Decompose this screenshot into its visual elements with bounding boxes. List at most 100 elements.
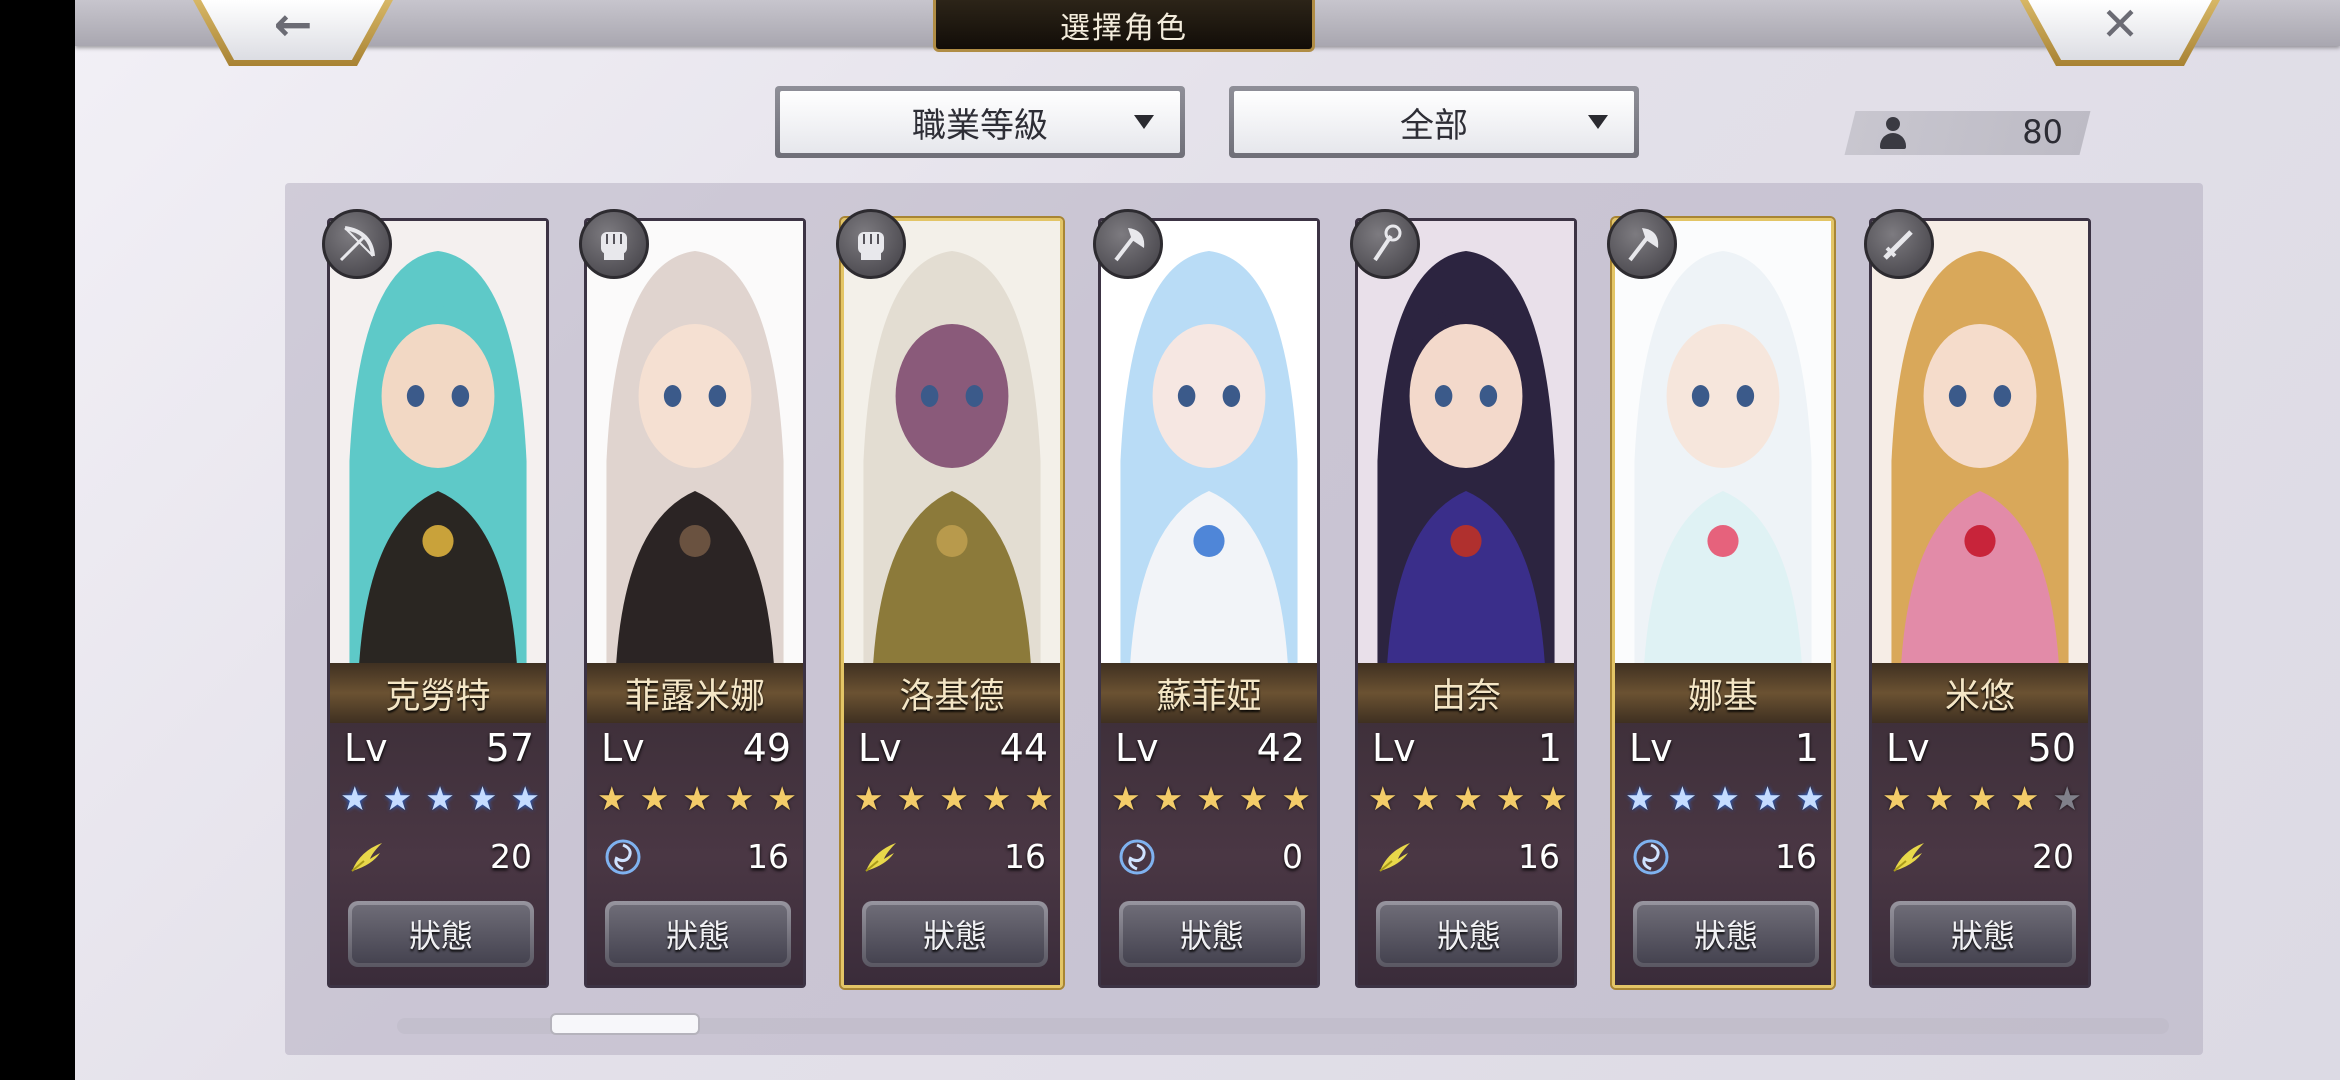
axe-icon [1607,209,1677,279]
water-swirl-icon [1631,837,1671,877]
rarity-star-icon: ★ [1495,779,1526,818]
level-value: 42 [1256,726,1305,770]
rarity-star-icon: ★ [682,779,712,818]
rarity-star-icon: ★ [340,779,370,818]
status-button[interactable]: 狀態 [1633,901,1819,967]
rarity-star-icon: ★ [1196,779,1226,818]
rarity-stars: ★ ★ ★ ★ ★ [340,781,540,817]
status-button-label: 狀態 [609,905,787,963]
character-card[interactable]: 蘇菲婭 Lv 42 ★ ★ ★ ★ ★ 0 狀態 [1093,209,1320,988]
staff-icon [1350,209,1420,279]
status-button-label: 狀態 [1637,905,1815,963]
character-card[interactable]: 菲露米娜 Lv 49 ★ ★ ★ ★ ★ 16 狀態 [579,209,806,988]
rarity-stars: ★ ★ ★ ★ ★ [1368,781,1568,817]
rarity-star-icon: ★ [1410,779,1441,818]
rarity-stars: ★ ★ ★ ★ ★ [1882,781,2082,817]
status-button[interactable]: 狀態 [605,901,791,967]
character-name: 菲露米娜 [587,663,803,723]
rarity-star-icon: ★ [639,779,670,818]
rarity-star-icon: ★ [896,779,927,818]
character-card[interactable]: 由奈 Lv 1 ★ ★ ★ ★ ★ 16 狀態 [1350,209,1577,988]
character-card[interactable]: 洛基德 Lv 44 ★ ★ ★ ★ ★ 16 狀態 [836,209,1063,988]
chevron-down-icon [1588,115,1608,129]
character-name: 洛基德 [844,663,1060,723]
status-button-label: 狀態 [1123,905,1301,963]
rarity-star-icon: ★ [2009,779,2040,818]
rarity-star-icon: ★ [981,779,1012,818]
close-button[interactable]: ✕ [2020,0,2220,66]
rarity-star-icon: ★ [1795,779,1825,818]
axe-icon [1093,209,1163,279]
rarity-star-icon: ★ [425,779,455,818]
scrollbar-thumb[interactable] [550,1013,700,1035]
sort-dropdown-value: 職業等級 [912,105,1048,146]
level-value: 50 [2027,726,2076,770]
rarity-star-icon: ★ [939,779,969,818]
fist-icon [836,209,906,279]
character-name: 蘇菲婭 [1101,663,1317,723]
status-button[interactable]: 狀態 [348,901,534,967]
character-portrait[interactable] [1358,221,1574,663]
level-label: Lv [858,726,902,770]
cost-value: 0 [1282,837,1303,876]
rarity-star-icon: ★ [1625,779,1655,818]
level-label: Lv [1372,726,1416,770]
back-button[interactable]: ← [193,0,393,66]
unit-count-badge: 80 [1844,111,2091,155]
cost-value: 20 [490,837,532,876]
wind-wing-icon [1374,837,1414,877]
character-portrait[interactable] [1615,221,1831,663]
character-portrait[interactable] [330,221,546,663]
back-arrow-icon: ← [273,0,313,51]
rarity-stars: ★ ★ ★ ★ ★ [1111,781,1311,817]
filter-dropdown[interactable]: 全部 [1229,86,1639,158]
level-label: Lv [344,726,388,770]
rarity-star-icon: ★ [1453,779,1483,818]
character-card[interactable]: 娜基 Lv 1 ★ ★ ★ ★ ★ 16 狀態 [1607,209,1834,988]
character-name: 娜基 [1615,663,1831,723]
rarity-star-icon: ★ [1538,779,1568,818]
rarity-stars: ★ ★ ★ ★ ★ [1625,781,1825,817]
character-portrait[interactable] [587,221,803,663]
game-screen: ← 選擇角色 ✕ 職業等級 全部 80 克勞特 Lv 57 ★ ★ ★ ★ ★ 20 狀態 菲露米娜… [75,0,2340,1080]
status-button[interactable]: 狀態 [862,901,1048,967]
rarity-star-icon: ★ [510,779,540,818]
wind-wing-icon [860,837,900,877]
character-portrait[interactable] [1872,221,2088,663]
rarity-star-icon: ★ [854,779,884,818]
rarity-star-icon: ★ [1238,779,1269,818]
character-name: 克勞特 [330,663,546,723]
rarity-star-icon: ★ [1710,779,1740,818]
rarity-star-icon: ★ [382,779,413,818]
rarity-star-icon: ★ [1667,779,1698,818]
water-swirl-icon [603,837,643,877]
sword-icon [1864,209,1934,279]
water-swirl-icon [1117,837,1157,877]
chevron-down-icon [1134,115,1154,129]
character-portrait[interactable] [1101,221,1317,663]
wind-wing-icon [346,837,386,877]
status-button[interactable]: 狀態 [1890,901,2076,967]
character-card[interactable]: 克勞特 Lv 57 ★ ★ ★ ★ ★ 20 狀態 [322,209,549,988]
rarity-star-icon: ★ [1967,779,1997,818]
status-button[interactable]: 狀態 [1119,901,1305,967]
character-card[interactable]: 米悠 Lv 50 ★ ★ ★ ★ ★ 20 狀態 [1864,209,2091,988]
rarity-star-icon: ★ [467,779,498,818]
rarity-star-icon: ★ [1111,779,1141,818]
character-portrait[interactable] [844,221,1060,663]
level-value: 1 [1794,726,1819,770]
rarity-stars: ★ ★ ★ ★ ★ [597,781,797,817]
level-label: Lv [601,726,645,770]
character-name: 米悠 [1872,663,2088,723]
level-value: 49 [742,726,791,770]
sort-dropdown[interactable]: 職業等級 [775,86,1185,158]
rarity-star-icon: ★ [2052,779,2082,818]
cost-value: 16 [1518,837,1560,876]
status-button-label: 狀態 [1894,905,2072,963]
status-button[interactable]: 狀態 [1376,901,1562,967]
rarity-star-icon: ★ [1924,779,1955,818]
person-icon [1878,117,1908,149]
cost-value: 20 [2032,837,2074,876]
filter-dropdown-value: 全部 [1400,105,1468,146]
character-name: 由奈 [1358,663,1574,723]
